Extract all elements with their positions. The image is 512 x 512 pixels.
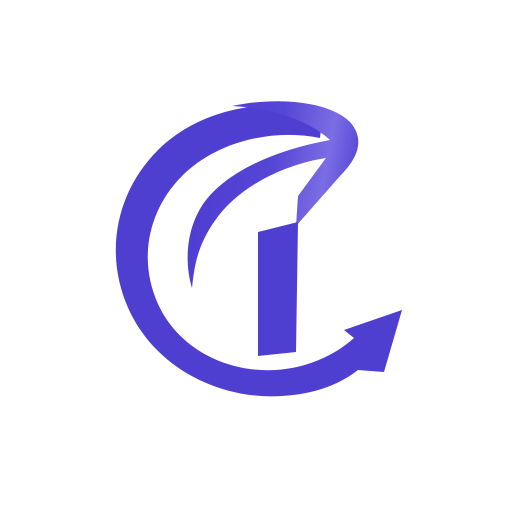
logo-canvas [0, 0, 512, 512]
t-stem-shape [258, 222, 298, 356]
ct-logo-icon [115, 101, 403, 397]
